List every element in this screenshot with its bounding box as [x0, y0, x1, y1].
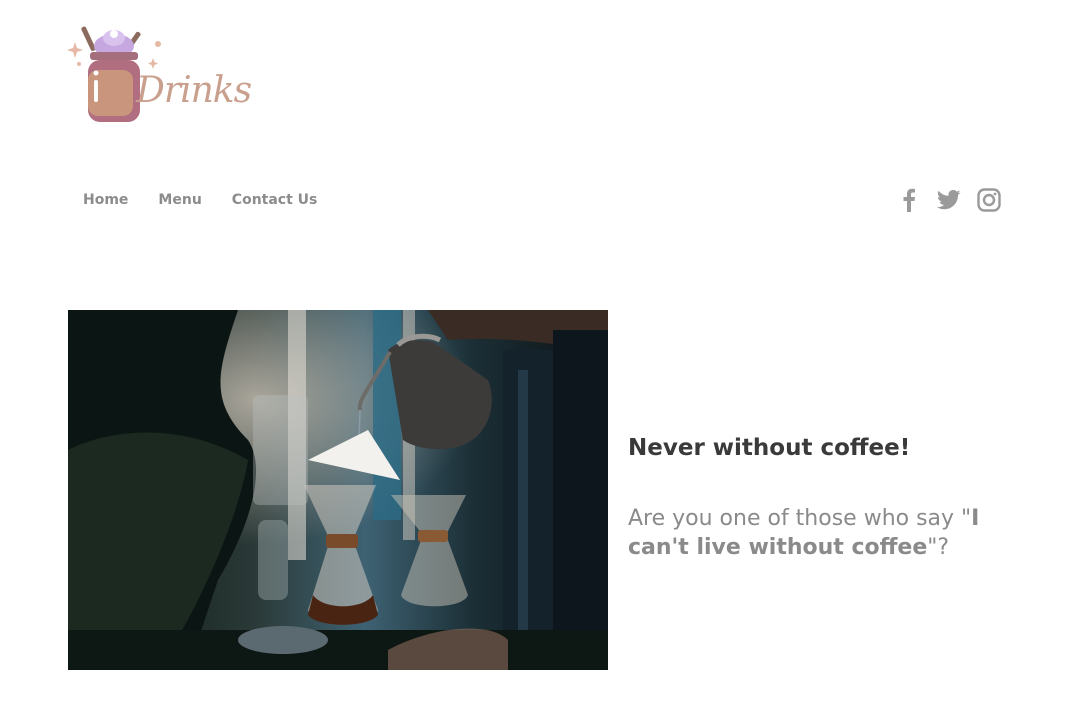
hero-body: Are you one of those who say "I can't li… [628, 504, 1008, 562]
hero-text-block: Never without coffee! Are you one of tho… [628, 432, 1008, 562]
logo-wordmark: Drinks [136, 70, 252, 111]
main-nav: Home Menu Contact Us [83, 190, 347, 210]
hero-body-suffix: "? [927, 535, 950, 560]
hero-title: Never without coffee! [628, 435, 911, 461]
nav-item-home[interactable]: Home [83, 190, 128, 210]
instagram-icon[interactable] [976, 187, 1002, 213]
page: Drinks Home Menu Contact Us Never withou… [0, 0, 1070, 712]
hero-coffee-photo [68, 310, 608, 670]
social-links [896, 187, 1002, 213]
nav-item-contact-us[interactable]: Contact Us [232, 190, 318, 210]
twitter-icon[interactable] [936, 187, 962, 213]
site-logo[interactable]: Drinks [66, 22, 252, 127]
nav-item-menu[interactable]: Menu [158, 190, 201, 210]
facebook-icon[interactable] [896, 187, 922, 213]
hero-body-prefix: Are you one of those who say " [628, 506, 972, 531]
